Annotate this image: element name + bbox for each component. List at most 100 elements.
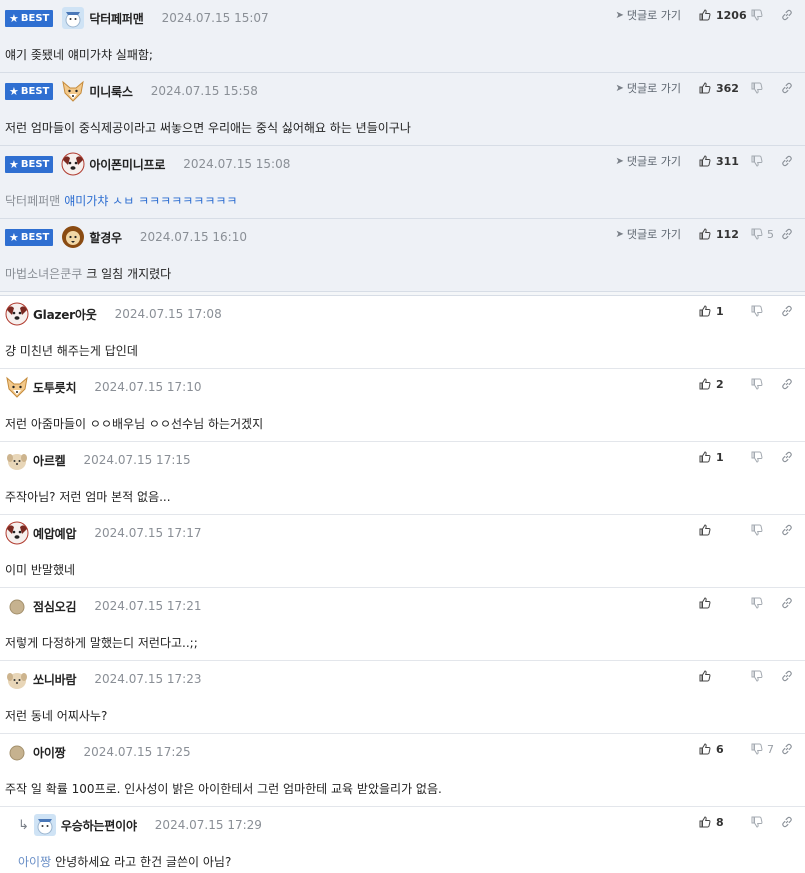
link-icon[interactable] <box>777 228 797 240</box>
comment-text: 주작아님? 저런 엄마 본적 없음... <box>5 489 171 504</box>
avatar[interactable] <box>5 594 29 618</box>
author-nickname[interactable]: 우승하는편이야 <box>61 817 137 834</box>
like-button[interactable] <box>699 597 751 609</box>
like-count: 1 <box>716 450 724 464</box>
link-icon[interactable] <box>777 378 797 390</box>
comment-date: 2024.07.15 15:07 <box>161 11 269 25</box>
thumbs-up-icon <box>699 743 716 755</box>
comment-body: 저렇게 다정하게 말했는디 저런다고..;; <box>5 624 805 660</box>
mention-tag[interactable]: 아이짱 <box>18 853 51 870</box>
comment-text: 얘기 좆됐네 얘미가챠 실패함; <box>5 47 153 62</box>
dislike-button[interactable] <box>751 155 777 167</box>
like-count: 8 <box>716 815 724 829</box>
thumbs-down-icon <box>751 597 767 609</box>
dislike-button[interactable] <box>751 816 777 828</box>
avatar[interactable] <box>33 813 57 837</box>
comment: 쏘니바람 2024.07.15 17:23 저런 동네 어찌사누? <box>0 661 805 734</box>
like-button[interactable]: 311 <box>699 155 751 168</box>
avatar[interactable] <box>61 6 85 30</box>
avatar[interactable] <box>5 448 29 472</box>
go-to-comment-link[interactable]: ➤ 댓글로 가기 <box>616 80 682 96</box>
comment-header: 아이짱 2024.07.15 17:25 6 7 <box>5 734 805 770</box>
avatar[interactable] <box>61 79 85 103</box>
comment-actions: 1 <box>699 300 805 322</box>
author-nickname[interactable]: 예압예압 <box>33 525 77 542</box>
author-nickname[interactable]: 도투릇치 <box>33 379 77 396</box>
dislike-button[interactable] <box>751 670 777 682</box>
dislike-button[interactable] <box>751 305 777 317</box>
dislike-button[interactable] <box>751 378 777 390</box>
author-nickname[interactable]: 점심오김 <box>33 598 77 615</box>
like-button[interactable]: 1 <box>699 451 751 464</box>
thumbs-up-icon <box>699 524 716 536</box>
avatar[interactable] <box>5 740 29 764</box>
star-icon: ★ <box>9 157 19 171</box>
comment-list: ★ BEST 닥터페퍼맨 2024.07.15 15:07 ➤ 댓글로 가기 1206 얘기 … <box>0 0 805 873</box>
thumbs-down-icon <box>751 82 767 94</box>
comment-date: 2024.07.15 17:25 <box>83 745 191 759</box>
avatar[interactable] <box>5 521 29 545</box>
go-to-comment-label: 댓글로 가기 <box>626 228 681 241</box>
author-nickname[interactable]: 할경우 <box>89 229 122 246</box>
dislike-button[interactable] <box>751 9 777 21</box>
author-nickname[interactable]: 아르켈 <box>33 452 66 469</box>
avatar[interactable] <box>5 375 29 399</box>
dislike-button[interactable] <box>751 82 777 94</box>
comment-header: ★ BEST 미니룩스 2024.07.15 15:58 ➤ 댓글로 가기 362 <box>5 73 805 109</box>
like-button[interactable]: 2 <box>699 378 751 391</box>
link-icon[interactable] <box>777 816 797 828</box>
comment-actions <box>699 592 805 614</box>
link-icon[interactable] <box>777 82 797 94</box>
mention-tag[interactable]: 마법소녀은쿤쿠 <box>5 265 82 282</box>
avatar[interactable] <box>5 302 29 326</box>
comment-text: 이미 반말했네 <box>5 562 76 577</box>
avatar[interactable] <box>61 152 85 176</box>
comment-body: 저런 아줌마들이 ㅇㅇ배우님 ㅇㅇ선수님 하는거겠지 <box>5 405 805 441</box>
comment: 아이짱 2024.07.15 17:25 6 7 주작 일 확률 100프로. 인사성이… <box>0 734 805 807</box>
comment: 점심오김 2024.07.15 17:21 저렇게 다정하게 말했는디 저런다고..… <box>0 588 805 661</box>
link-icon[interactable] <box>777 9 797 21</box>
dislike-button[interactable]: 7 <box>751 743 777 756</box>
comment-body: 닥터페퍼맨 얘미가챠 ㅅㅂ ㅋㅋㅋㅋㅋㅋㅋㅋㅋ <box>5 182 805 218</box>
author-nickname[interactable]: Glazer아웃 <box>33 306 97 323</box>
avatar[interactable] <box>61 225 85 249</box>
comment-text: 크 일침 개지렸다 <box>86 266 172 281</box>
like-button[interactable] <box>699 524 751 536</box>
like-count: 311 <box>716 154 739 168</box>
go-to-comment-link[interactable]: ➤ 댓글로 가기 <box>616 226 682 242</box>
link-icon[interactable] <box>777 743 797 755</box>
like-count: 2 <box>716 377 724 391</box>
like-button[interactable]: 1206 <box>699 9 751 22</box>
avatar[interactable] <box>5 667 29 691</box>
like-button[interactable]: 362 <box>699 82 751 95</box>
author-nickname[interactable]: 미니룩스 <box>89 83 133 100</box>
link-icon[interactable] <box>777 305 797 317</box>
like-button[interactable]: 6 <box>699 743 751 756</box>
dislike-button[interactable] <box>751 597 777 609</box>
link-icon[interactable] <box>777 451 797 463</box>
comment-header: ↳ 우승하는편이야 2024.07.15 17:29 8 <box>18 807 805 843</box>
comment-actions: 1 <box>699 446 805 468</box>
author-nickname[interactable]: 닥터페퍼맨 <box>89 10 143 27</box>
dislike-button[interactable] <box>751 451 777 463</box>
thumbs-down-icon <box>751 9 767 21</box>
like-button[interactable]: 8 <box>699 816 751 829</box>
dislike-button[interactable] <box>751 524 777 536</box>
mention-tag[interactable]: 닥터페퍼맨 <box>5 192 60 209</box>
go-to-comment-link[interactable]: ➤ 댓글로 가기 <box>616 7 682 23</box>
like-button[interactable]: 112 <box>699 228 751 241</box>
author-nickname[interactable]: 아이폰미니프로 <box>89 156 165 173</box>
best-comment: ★ BEST 닥터페퍼맨 2024.07.15 15:07 ➤ 댓글로 가기 1206 얘기 … <box>0 0 805 73</box>
best-badge: ★ BEST <box>5 155 54 173</box>
link-icon[interactable] <box>777 597 797 609</box>
like-count: 1206 <box>716 8 747 22</box>
link-icon[interactable] <box>777 155 797 167</box>
like-button[interactable]: 1 <box>699 305 751 318</box>
author-nickname[interactable]: 쏘니바람 <box>33 671 77 688</box>
dislike-button[interactable]: 5 <box>751 228 777 241</box>
author-nickname[interactable]: 아이짱 <box>33 744 66 761</box>
link-icon[interactable] <box>777 524 797 536</box>
go-to-comment-link[interactable]: ➤ 댓글로 가기 <box>616 153 682 169</box>
like-button[interactable] <box>699 670 751 682</box>
link-icon[interactable] <box>777 670 797 682</box>
